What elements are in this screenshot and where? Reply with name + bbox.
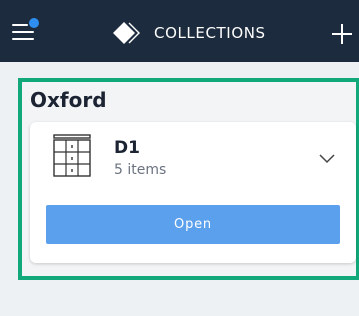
diamond-logo-icon bbox=[113, 22, 140, 44]
collection-card[interactable]: D1 5 items Open bbox=[30, 122, 356, 263]
app-brand: COLLECTIONS bbox=[112, 21, 266, 45]
collection-name: D1 bbox=[114, 138, 140, 158]
notification-dot bbox=[29, 18, 39, 28]
page-title: COLLECTIONS bbox=[154, 24, 266, 42]
drawer-cabinet-icon bbox=[53, 134, 91, 177]
open-button[interactable]: Open bbox=[46, 205, 340, 244]
chevron-down-icon[interactable] bbox=[318, 150, 336, 168]
menu-button[interactable] bbox=[12, 18, 42, 48]
location-name: Oxford bbox=[30, 88, 107, 112]
collection-item-count: 5 items bbox=[114, 162, 167, 178]
location-section: Oxford D1 5 items Open bbox=[18, 78, 359, 280]
top-app-bar: COLLECTIONS bbox=[0, 0, 359, 62]
plus-icon[interactable] bbox=[330, 22, 354, 46]
